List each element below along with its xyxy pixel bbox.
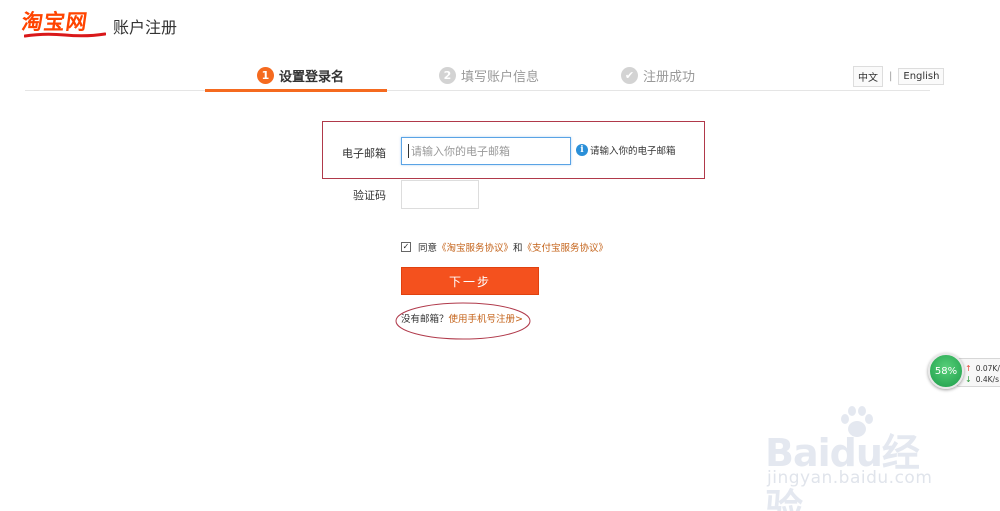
step-label: 填写账户信息 [461,69,540,85]
step-label: 设置登录名 [279,69,345,85]
step-number-2: 2 [439,66,456,84]
step-number-1: 1 [257,66,274,84]
network-speed-widget[interactable]: ↑ 0.07K/s ↓ 0.4K/s 58% [928,353,1000,391]
lang-separator: | [889,71,893,82]
page-title: 账户注册 [113,18,178,37]
step-fill-account-info: 2 填写账户信息 [439,60,539,90]
next-step-button[interactable]: 下一步 [401,267,539,295]
captcha-label: 验证码 [353,189,386,202]
up-arrow-icon: ↑ [965,364,972,373]
registration-steps: 1 设置登录名 2 填写账户信息 ✔ 注册成功 [205,60,705,90]
email-placeholder: 请输入你的电子邮箱 [411,145,510,158]
upload-speed-row: ↑ 0.07K/s [965,364,1000,373]
download-speed-row: ↓ 0.4K/s [965,375,999,384]
agree-checkbox[interactable]: ✓ [401,242,411,252]
taobao-agreement-link[interactable]: 《淘宝服务协议》 [437,240,513,254]
watermark-brand: Baidu经验 [765,431,920,511]
step-register-success: ✔ 注册成功 [621,60,695,90]
step-label: 注册成功 [643,69,696,85]
agree-prefix: 同意 [418,243,438,254]
download-speed: 0.4K/s [975,375,999,384]
memory-percent-ball[interactable]: 58% [928,353,964,389]
steps-divider [25,90,930,91]
text-caret [408,144,409,158]
baidu-jingyan-watermark: Baidu经验 jingyan.baidu.com [765,400,955,511]
email-hint-text: 请输入你的电子邮箱 [590,146,676,157]
email-hint: i 请输入你的电子邮箱 [576,143,676,157]
down-arrow-icon: ↓ [965,375,972,384]
email-input[interactable]: 请输入你的电子邮箱 [401,137,571,165]
agreement-row: ✓ 同意 《淘宝服务协议》 和 《支付宝服务协议》 [401,240,608,254]
agree-conjunction: 和 [513,243,523,254]
email-label: 电子邮箱 [342,147,386,160]
step-set-login-name: 1 设置登录名 [257,60,344,90]
phone-link-annotation-ellipse [395,302,531,340]
taobao-logo[interactable]: 淘宝网 [20,6,108,38]
info-icon: i [576,144,588,156]
alipay-agreement-link[interactable]: 《支付宝服务协议》 [523,240,609,254]
watermark-url: jingyan.baidu.com [767,468,933,488]
upload-speed: 0.07K/s [975,364,1000,373]
check-icon: ✔ [621,66,638,84]
captcha-input[interactable] [401,180,479,209]
logo-underline-icon [24,32,106,38]
lang-english-button[interactable]: English [898,68,945,85]
language-switcher: 中文 | English [853,66,945,87]
lang-chinese-button[interactable]: 中文 [853,66,883,87]
